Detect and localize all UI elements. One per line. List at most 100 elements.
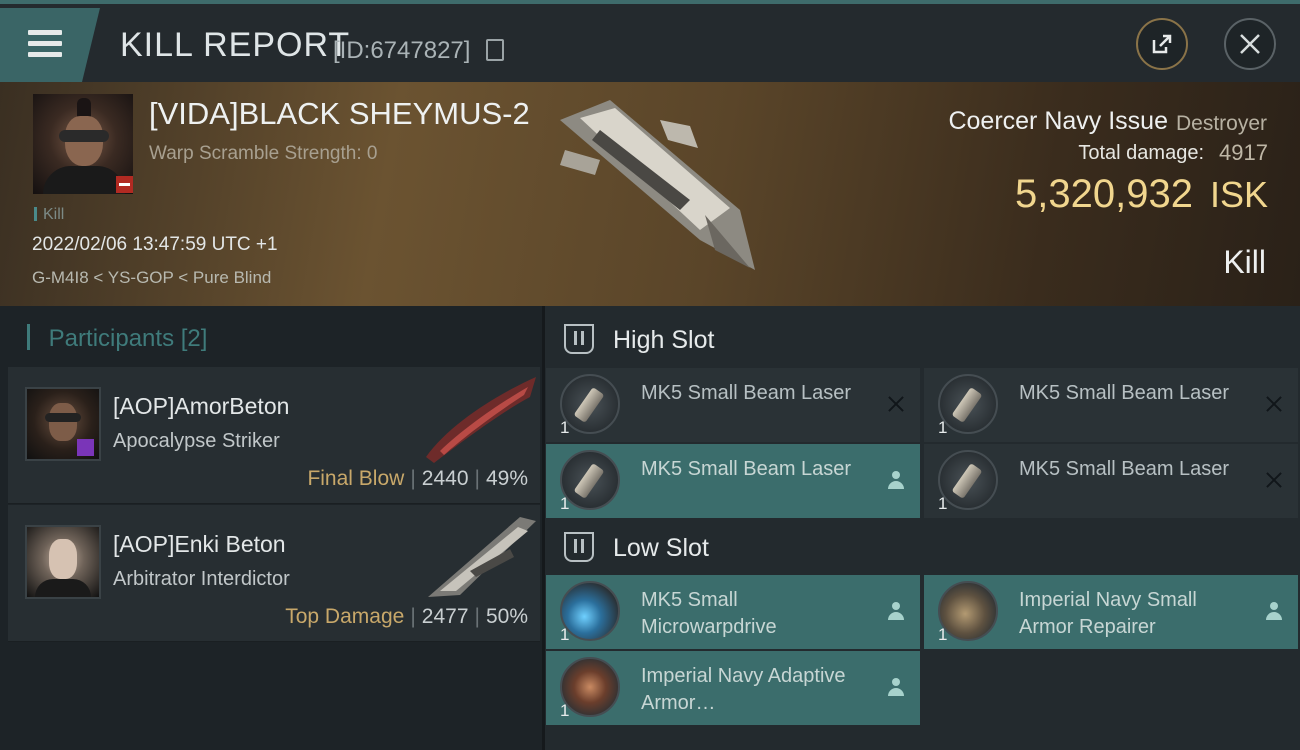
participant-damage: 2440 xyxy=(421,467,469,490)
module-art xyxy=(951,387,983,423)
module-quantity: 1 xyxy=(560,701,570,720)
module-item[interactable]: 1 Imperial Navy Adaptive Armor… xyxy=(546,651,920,725)
module-name: MK5 Small Microwarpdrive xyxy=(641,589,777,638)
pilot-icon-head xyxy=(892,678,900,686)
participant-percent: 49% xyxy=(485,467,528,490)
pilot-icon xyxy=(886,601,906,621)
participants-header: Participants [2] xyxy=(27,324,208,353)
module-art xyxy=(951,463,983,499)
menu-button[interactable] xyxy=(0,8,100,82)
pilot-icon-head xyxy=(1270,602,1278,610)
low-slot-label: Low Slot xyxy=(613,534,709,562)
portrait-body xyxy=(43,166,125,194)
participant-ship-image xyxy=(428,517,536,597)
module-name: Imperial Navy Adaptive Armor… xyxy=(641,665,846,714)
isk-unit: ISK xyxy=(1209,174,1268,215)
portrait-face xyxy=(49,539,77,579)
pilot-icon xyxy=(886,677,906,697)
title-bar: KILL REPORT [ID:6747827] xyxy=(0,0,1300,82)
victim-name[interactable]: [VIDA]BLACK SHEYMUS-2 xyxy=(149,96,530,132)
pilot-icon-torso xyxy=(888,688,904,696)
module-item[interactable]: 1 Imperial Navy Small Armor Repairer xyxy=(924,575,1298,649)
pilot-icon-torso xyxy=(888,612,904,620)
module-item[interactable]: 1 MK5 Small Beam Laser xyxy=(924,368,1298,442)
participant-portrait[interactable] xyxy=(25,387,101,461)
warp-scramble-strength: Warp Scramble Strength: 0 xyxy=(149,143,378,164)
portrait-goggles xyxy=(59,130,109,142)
participant-portrait[interactable] xyxy=(25,525,101,599)
stat-separator: | xyxy=(410,467,416,490)
kill-location[interactable]: G-M4I8 < YS-GOP < Pure Blind xyxy=(32,268,271,288)
portrait-goggles xyxy=(45,413,81,422)
module-name: MK5 Small Beam Laser xyxy=(641,382,852,404)
module-name: Imperial Navy Small Armor Repairer xyxy=(1019,589,1197,638)
participant-name[interactable]: [AOP]Enki Beton xyxy=(113,531,286,558)
pilot-icon-torso xyxy=(888,481,904,489)
module-quantity: 1 xyxy=(938,418,948,437)
victim-ship-image[interactable] xyxy=(540,90,780,280)
module-quantity: 1 xyxy=(938,625,948,644)
participant-stats: Top Damage | 2477 | 50% xyxy=(285,605,528,629)
high-slot-label: High Slot xyxy=(613,326,715,354)
module-quantity: 1 xyxy=(560,494,570,513)
module-quantity: 1 xyxy=(560,418,570,437)
participant-ship: Arbitrator Interdictor xyxy=(113,568,290,590)
participant-name[interactable]: [AOP]AmorBeton xyxy=(113,393,289,420)
module-name: MK5 Small Beam Laser xyxy=(1019,458,1230,480)
module-item[interactable]: 1 MK5 Small Beam Laser xyxy=(546,368,920,442)
participant-ship: Apocalypse Striker xyxy=(113,430,280,452)
pilot-icon-head xyxy=(892,471,900,479)
victim-ship-class: Destroyer xyxy=(1175,112,1267,135)
module-item[interactable]: 1 MK5 Small Microwarpdrive xyxy=(546,575,920,649)
participant-damage: 2477 xyxy=(421,605,469,628)
participant-stats: Final Blow | 2440 | 49% xyxy=(307,467,528,491)
kill-type: Kill xyxy=(1223,244,1266,280)
menu-icon xyxy=(28,30,62,35)
destroyed-icon xyxy=(886,394,906,414)
participant-role: Final Blow xyxy=(307,467,405,490)
total-damage-value: 4917 xyxy=(1219,140,1268,165)
pilot-icon-head xyxy=(892,602,900,610)
participant-ship-image xyxy=(426,377,536,463)
kill-tag: Kill xyxy=(34,206,64,224)
stat-separator: | xyxy=(474,605,480,628)
participant-percent: 50% xyxy=(485,605,528,628)
close-icon xyxy=(1240,34,1260,54)
participant-row[interactable]: [AOP]AmorBeton Apocalypse Striker Final … xyxy=(8,367,540,504)
module-name: MK5 Small Beam Laser xyxy=(641,458,852,480)
stat-separator: | xyxy=(474,467,480,490)
participants-count: [2] xyxy=(180,325,208,352)
module-art xyxy=(573,463,605,499)
participant-row[interactable]: [AOP]Enki Beton Arbitrator Interdictor T… xyxy=(8,505,540,642)
module-quantity: 1 xyxy=(560,625,570,644)
share-button[interactable] xyxy=(1136,18,1188,70)
portrait-body xyxy=(35,579,91,597)
module-item[interactable]: 1 MK5 Small Beam Laser xyxy=(924,444,1298,518)
low-slot-section[interactable]: Low Slot xyxy=(542,516,1300,578)
pilot-icon xyxy=(1264,601,1284,621)
high-slot-icon xyxy=(564,324,594,354)
pilot-icon-torso xyxy=(1266,612,1282,620)
menu-icon-bar xyxy=(28,41,62,46)
victim-ship-name[interactable]: Coercer Navy Issue xyxy=(948,107,1168,136)
share-icon xyxy=(1152,34,1172,54)
participants-label: Participants xyxy=(48,325,175,352)
module-item[interactable]: 1 MK5 Small Beam Laser xyxy=(546,444,920,518)
module-art xyxy=(573,387,605,423)
portrait-face xyxy=(49,403,77,441)
destroyed-icon xyxy=(1264,394,1284,414)
high-slot-section[interactable]: High Slot xyxy=(542,308,1300,370)
loss-badge-icon xyxy=(116,176,133,193)
participant-role: Top Damage xyxy=(285,605,405,628)
module-quantity: 1 xyxy=(938,494,948,513)
kill-id: [ID:6747827] xyxy=(333,37,471,64)
total-damage-label: Total damage: xyxy=(1078,142,1204,164)
menu-icon-bar xyxy=(28,52,62,57)
module-name: MK5 Small Beam Laser xyxy=(1019,382,1230,404)
corp-badge-icon xyxy=(77,439,94,456)
close-button[interactable] xyxy=(1224,18,1276,70)
copy-icon[interactable] xyxy=(486,39,504,61)
stat-separator: | xyxy=(410,605,416,628)
pilot-icon xyxy=(886,470,906,490)
page-title: KILL REPORT xyxy=(120,26,351,64)
